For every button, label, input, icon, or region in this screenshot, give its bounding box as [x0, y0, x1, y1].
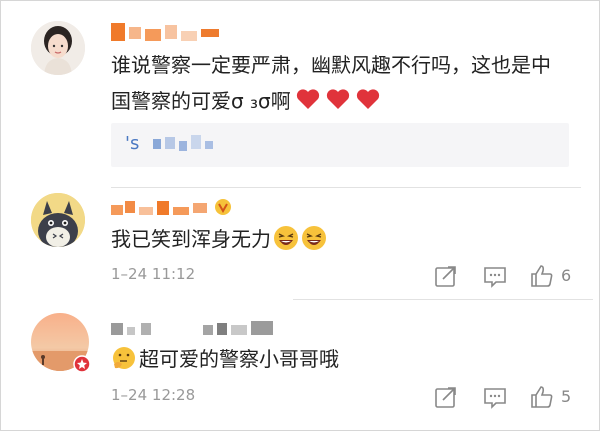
- laughing-emoji-icon: [274, 226, 298, 250]
- comment-thread: 谁说警察一定要严肃，幽默风趣不行吗，这也是中 国警察的可爱σ ₃σ啊 's 我已…: [0, 0, 600, 431]
- comment-text-line: 谁说警察一定要严肃，幽默风趣不行吗，这也是中: [111, 53, 551, 77]
- username[interactable]: [111, 23, 221, 43]
- divider: [111, 187, 581, 188]
- heart-icon: [326, 89, 349, 109]
- quoted-reply[interactable]: 's: [111, 123, 569, 167]
- heart-icon: [296, 89, 319, 109]
- verified-badge-icon: [73, 355, 91, 373]
- comment-icon[interactable]: [482, 263, 508, 289]
- thinking-emoji-icon: [113, 347, 135, 369]
- share-icon[interactable]: [433, 263, 459, 289]
- comment-text-line: 超可爱的警察小哥哥哦: [139, 347, 339, 371]
- comment-text: 谁说警察一定要严肃，幽默风趣不行吗，这也是中 国警察的可爱σ ₃σ啊: [111, 47, 581, 119]
- like-count: 6: [561, 266, 572, 285]
- username[interactable]: [111, 319, 281, 339]
- comment-icon[interactable]: [482, 384, 508, 410]
- timestamp: 1–24 11:12: [111, 265, 196, 283]
- comment-text: 我已笑到浑身无力: [111, 221, 327, 257]
- divider: [293, 299, 593, 300]
- username[interactable]: [111, 197, 241, 217]
- timestamp: 1–24 12:28: [111, 386, 196, 404]
- comment-text: 超可爱的警察小哥哥哦: [111, 341, 339, 377]
- avatar[interactable]: [31, 193, 85, 247]
- thumbs-up-icon[interactable]: [529, 263, 555, 289]
- thumbs-up-icon[interactable]: [529, 384, 555, 410]
- vip-badge-icon: [215, 199, 231, 215]
- quoted-reply-user: 's: [125, 133, 140, 154]
- avatar[interactable]: [31, 21, 85, 75]
- laughing-emoji-icon: [302, 226, 326, 250]
- share-icon[interactable]: [433, 384, 459, 410]
- heart-icon: [356, 89, 379, 109]
- like-count: 5: [561, 387, 572, 406]
- comment-text-line: 国警察的可爱σ ₃σ啊: [111, 89, 291, 113]
- comment-text-line: 我已笑到浑身无力: [111, 227, 271, 251]
